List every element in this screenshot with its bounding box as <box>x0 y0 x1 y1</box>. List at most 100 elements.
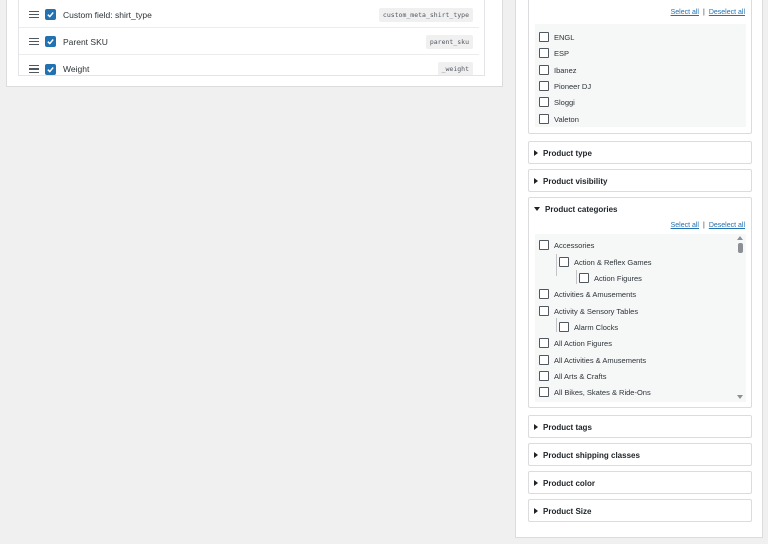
category-item[interactable]: Activity & Sensory Tables <box>539 305 638 317</box>
field-checkbox[interactable] <box>45 36 56 47</box>
field-label: Parent SKU <box>63 36 108 47</box>
select-all-link[interactable]: Select all <box>671 9 699 16</box>
export-fields-panel: Custom field: shirt_type custom_meta_shi… <box>6 0 503 87</box>
category-item[interactable]: Action Figures <box>579 272 642 284</box>
category-item[interactable]: All Action Figures <box>539 337 612 349</box>
drag-handle-icon[interactable] <box>29 37 39 46</box>
brand-label: Valeton <box>554 114 579 124</box>
tree-line <box>556 318 557 332</box>
tree-line <box>576 270 577 284</box>
checkbox[interactable] <box>559 257 569 267</box>
category-label: All Activities & Amusements <box>554 355 647 365</box>
category-item[interactable]: Alarm Clocks <box>559 321 618 333</box>
section-header: Product shipping classes <box>529 444 751 466</box>
field-key: _weight <box>437 62 473 75</box>
section-header: Product type <box>529 142 751 164</box>
drag-handle-icon[interactable] <box>29 10 39 19</box>
checkbox[interactable] <box>539 65 549 75</box>
checkbox[interactable] <box>539 48 549 58</box>
brand-item[interactable]: Ibanez <box>539 64 577 76</box>
category-item[interactable]: All Bikes, Skates & Ride-Ons <box>539 386 651 398</box>
link-separator: | <box>702 222 705 229</box>
scrollbar-thumb[interactable] <box>737 243 743 253</box>
scroll-down-arrow-icon[interactable] <box>737 395 743 399</box>
checkbox[interactable] <box>539 371 549 381</box>
brand-item[interactable]: Pioneer DJ <box>539 80 591 92</box>
product-shipping-classes-section[interactable]: Product shipping classes <box>528 443 752 466</box>
section-header: Product Size <box>529 500 751 522</box>
category-label: Action & Reflex Games <box>574 257 652 267</box>
expand-arrow-icon <box>534 178 538 184</box>
section-title: Product color <box>543 478 596 488</box>
category-item[interactable]: All Arts & Crafts <box>539 370 607 382</box>
category-label: All Arts & Crafts <box>554 371 607 381</box>
field-row[interactable]: Weight _weight <box>19 56 479 75</box>
brand-filter-box: Select all | Deselect all ENGL ESP Ibane… <box>528 0 752 134</box>
checkbox[interactable] <box>539 355 549 365</box>
brand-label: Ibanez <box>554 65 577 75</box>
brand-checklist: ENGL ESP Ibanez Pioneer DJ Sloggi Valeto… <box>535 24 746 127</box>
section-header: Product visibility <box>529 170 751 192</box>
product-color-section[interactable]: Product color <box>528 471 752 494</box>
field-row[interactable]: Custom field: shirt_type custom_meta_shi… <box>19 2 479 28</box>
section-title: Product shipping classes <box>543 450 640 460</box>
category-label: Activity & Sensory Tables <box>554 306 639 316</box>
select-all-link[interactable]: Select all <box>671 222 699 229</box>
brand-label: Pioneer DJ <box>554 81 592 91</box>
checkbox[interactable] <box>559 322 569 332</box>
checkbox[interactable] <box>539 97 549 107</box>
checkbox[interactable] <box>579 273 589 283</box>
category-item[interactable]: All Activities & Amusements <box>539 354 646 366</box>
field-checkbox[interactable] <box>45 63 56 75</box>
brand-item[interactable]: ESP <box>539 47 569 59</box>
product-visibility-section[interactable]: Product visibility <box>528 169 752 192</box>
brand-label: Sloggi <box>554 97 575 107</box>
checkbox[interactable] <box>539 32 549 42</box>
category-checklist: Accessories Action & Reflex Games Action… <box>535 234 746 402</box>
brand-label: ENGL <box>554 32 575 42</box>
scroll-up-arrow-icon[interactable] <box>737 236 743 240</box>
field-label: Custom field: shirt_type <box>63 9 152 20</box>
category-select-links: Select all | Deselect all <box>671 222 745 229</box>
field-checkbox[interactable] <box>45 9 56 20</box>
section-title: Product Size <box>543 506 592 516</box>
category-label: Activities & Amusements <box>554 289 637 299</box>
tree-line <box>556 254 557 276</box>
expand-arrow-icon <box>534 150 538 156</box>
brand-label: ESP <box>554 48 570 58</box>
drag-handle-icon[interactable] <box>29 65 39 73</box>
field-label: Weight <box>63 64 90 74</box>
expand-arrow-icon <box>534 480 538 486</box>
brand-item[interactable]: Sloggi <box>539 96 575 108</box>
product-tags-section[interactable]: Product tags <box>528 415 752 438</box>
section-title: Product type <box>543 148 592 158</box>
category-item[interactable]: Action & Reflex Games <box>559 256 652 268</box>
field-key: parent_sku <box>425 34 473 49</box>
link-separator: | <box>702 9 705 16</box>
section-header[interactable]: Product categories <box>529 198 751 220</box>
brand-select-links: Select all | Deselect all <box>671 9 745 16</box>
checkbox[interactable] <box>539 240 549 250</box>
brand-item[interactable]: Valeton <box>539 113 579 125</box>
category-label: All Bikes, Skates & Ride-Ons <box>554 387 651 397</box>
section-title: Product visibility <box>543 176 608 186</box>
checkbox[interactable] <box>539 114 549 124</box>
section-header: Product tags <box>529 416 751 438</box>
checkbox[interactable] <box>539 338 549 348</box>
field-row[interactable]: Parent SKU parent_sku <box>19 29 479 55</box>
checkbox[interactable] <box>539 387 549 397</box>
filters-panel: Select all | Deselect all ENGL ESP Ibane… <box>515 0 763 538</box>
checkbox[interactable] <box>539 289 549 299</box>
product-size-section[interactable]: Product Size <box>528 499 752 522</box>
deselect-all-link[interactable]: Deselect all <box>709 222 745 229</box>
deselect-all-link[interactable]: Deselect all <box>709 9 745 16</box>
checkbox[interactable] <box>539 306 549 316</box>
category-label: Alarm Clocks <box>574 322 619 332</box>
product-type-section[interactable]: Product type <box>528 141 752 164</box>
field-key: custom_meta_shirt_type <box>378 7 473 22</box>
category-item[interactable]: Accessories <box>539 239 594 251</box>
category-item[interactable]: Activities & Amusements <box>539 288 636 300</box>
brand-item[interactable]: ENGL <box>539 31 574 43</box>
checkbox[interactable] <box>539 81 549 91</box>
section-header: Product color <box>529 472 751 494</box>
